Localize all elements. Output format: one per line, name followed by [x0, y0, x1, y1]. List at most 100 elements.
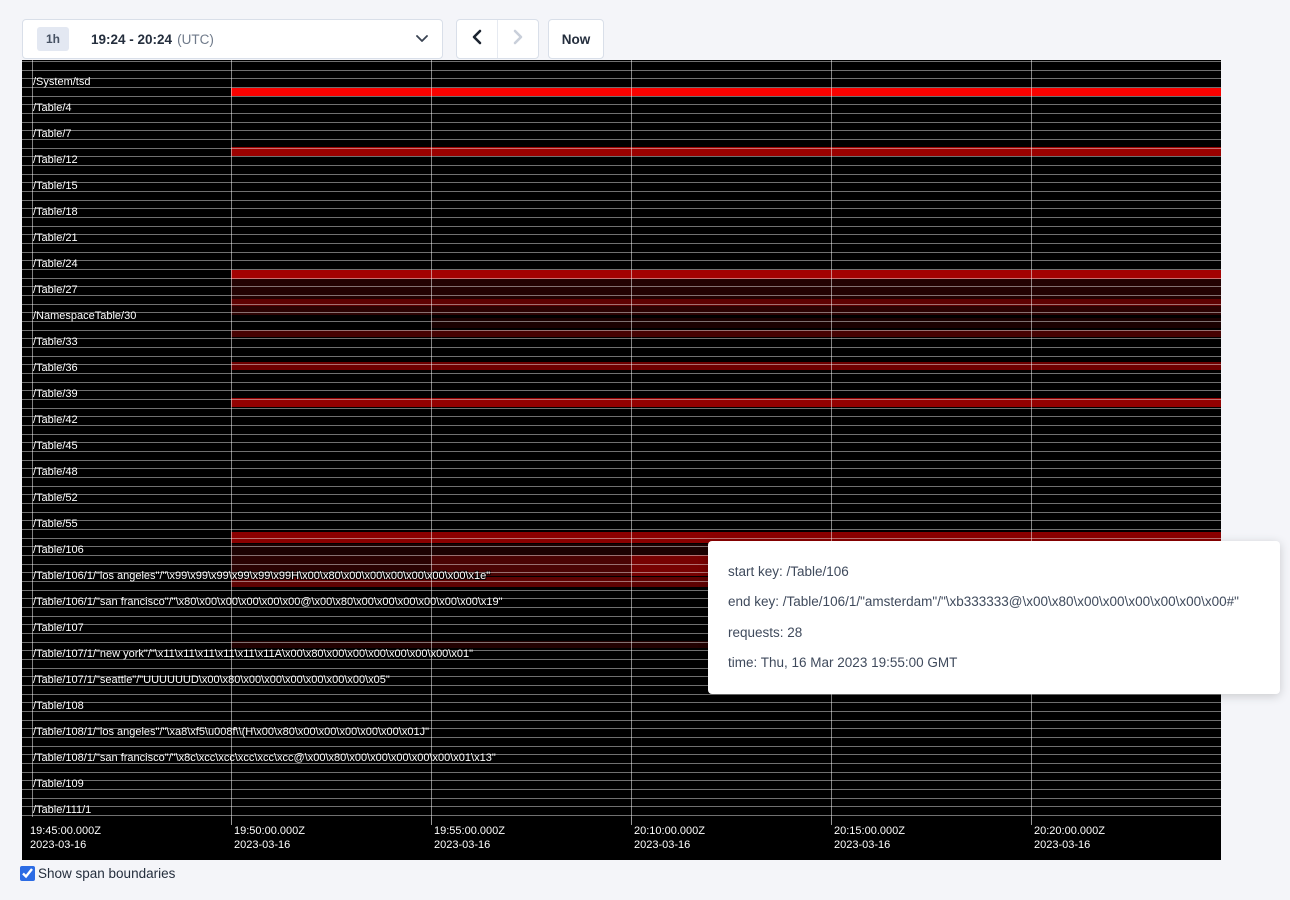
time-grid-line — [831, 60, 832, 817]
span-boundary-line — [22, 269, 1221, 270]
heatmap-band[interactable] — [231, 306, 1221, 315]
span-boundary-line — [22, 87, 1221, 88]
span-tooltip: start key: /Table/106 end key: /Table/10… — [708, 541, 1280, 694]
span-boundary-line — [22, 113, 1221, 114]
time-grid-line — [32, 60, 33, 817]
x-axis-date: 2023-03-16 — [1034, 838, 1105, 852]
span-boundary-line — [22, 156, 1221, 157]
span-boundary-line — [22, 200, 1221, 201]
span-boundary-line — [22, 174, 1221, 175]
span-boundary-line — [22, 217, 1221, 218]
x-axis-time: 19:50:00.000Z — [234, 824, 305, 838]
span-boundary-line — [22, 425, 1221, 426]
span-boundary-line — [22, 260, 1221, 261]
span-boundary-line — [22, 347, 1221, 348]
time-grid-line — [431, 60, 432, 817]
x-axis-date: 2023-03-16 — [234, 838, 305, 852]
span-boundary-line — [22, 278, 1221, 279]
span-boundary-line — [22, 61, 1221, 62]
span-boundary-line — [22, 390, 1221, 391]
span-boundary-line — [22, 520, 1221, 521]
span-boundary-line — [22, 130, 1221, 131]
span-boundary-line — [22, 763, 1221, 764]
span-boundary-line — [22, 702, 1221, 703]
span-boundary-line — [22, 139, 1221, 140]
x-axis-time: 20:10:00.000Z — [634, 824, 705, 838]
span-boundary-line — [22, 399, 1221, 400]
span-boundary-line — [22, 434, 1221, 435]
x-axis-label: 20:20:00.000Z2023-03-16 — [1034, 824, 1105, 852]
span-boundary-line — [22, 243, 1221, 244]
span-boundary-line — [22, 364, 1221, 365]
span-boundary-line — [22, 806, 1221, 807]
now-button[interactable]: Now — [548, 19, 604, 59]
heatmap-band[interactable] — [231, 279, 1221, 299]
span-boundary-line — [22, 104, 1221, 105]
span-boundary-line — [22, 330, 1221, 331]
span-boundary-line — [22, 754, 1221, 755]
span-boundary-line — [22, 460, 1221, 461]
span-boundary-line — [22, 416, 1221, 417]
time-nav-group — [456, 19, 539, 59]
span-boundary-line — [22, 356, 1221, 357]
time-grid-line — [231, 60, 232, 817]
show-span-boundaries-checkbox[interactable] — [20, 866, 35, 881]
span-boundary-line — [22, 208, 1221, 209]
heatmap-band[interactable] — [231, 299, 1221, 306]
span-boundary-line — [22, 96, 1221, 97]
span-boundary-line — [22, 234, 1221, 235]
span-boundary-line — [22, 789, 1221, 790]
axis-tick — [831, 817, 832, 825]
span-boundary-line — [22, 70, 1221, 71]
time-range-label: 19:24 - 20:24 — [91, 32, 172, 47]
time-range-dropdown[interactable]: 1h 19:24 - 20:24 (UTC) — [22, 19, 443, 59]
span-boundary-line — [22, 295, 1221, 296]
chevron-left-icon — [471, 28, 483, 51]
span-boundary-line — [22, 468, 1221, 469]
x-axis-label: 20:15:00.000Z2023-03-16 — [834, 824, 905, 852]
show-span-boundaries-label: Show span boundaries — [38, 866, 175, 881]
footer-controls: Show span boundaries — [20, 866, 175, 881]
time-range-toolbar: 1h 19:24 - 20:24 (UTC) Now — [22, 19, 604, 59]
x-axis-date: 2023-03-16 — [834, 838, 905, 852]
tooltip-end-key: end key: /Table/106/1/"amsterdam"/"\xb33… — [728, 587, 1260, 618]
span-boundary-line — [22, 494, 1221, 495]
span-boundary-line — [22, 477, 1221, 478]
axis-tick — [431, 817, 432, 825]
heatmap-band[interactable] — [431, 318, 1221, 328]
chevron-down-icon — [416, 35, 428, 43]
span-boundary-line — [22, 252, 1221, 253]
span-boundary-line — [22, 442, 1221, 443]
axis-tick — [1031, 817, 1032, 825]
tooltip-start-key: start key: /Table/106 — [728, 556, 1260, 587]
x-axis-time: 19:45:00.000Z — [30, 824, 101, 838]
x-axis-date: 2023-03-16 — [30, 838, 101, 852]
time-grid-line — [631, 60, 632, 817]
span-boundary-line — [22, 451, 1221, 452]
span-boundary-line — [22, 122, 1221, 123]
x-axis-time: 20:20:00.000Z — [1034, 824, 1105, 838]
span-boundary-line — [22, 148, 1221, 149]
span-boundary-line — [22, 728, 1221, 729]
x-axis-label: 19:50:00.000Z2023-03-16 — [234, 824, 305, 852]
previous-interval-button[interactable] — [457, 20, 497, 58]
heatmap-band[interactable] — [231, 362, 1221, 370]
span-boundary-line — [22, 321, 1221, 322]
span-boundary-line — [22, 538, 1221, 539]
span-boundary-line — [22, 529, 1221, 530]
span-boundary-line — [22, 737, 1221, 738]
x-axis-time: 19:55:00.000Z — [434, 824, 505, 838]
span-boundary-line — [22, 711, 1221, 712]
next-interval-button[interactable] — [497, 20, 538, 58]
span-boundary-line — [22, 503, 1221, 504]
span-boundary-line — [22, 338, 1221, 339]
tooltip-time: time: Thu, 16 Mar 2023 19:55:00 GMT — [728, 648, 1260, 679]
span-boundary-line — [22, 304, 1221, 305]
heatmap-band[interactable] — [231, 330, 1221, 337]
span-boundary-line — [22, 408, 1221, 409]
key-visualizer-canvas[interactable]: /System/tsd/Table/4/Table/7/Table/12/Tab… — [22, 60, 1221, 860]
span-boundary-line — [22, 286, 1221, 287]
span-boundary-line — [22, 182, 1221, 183]
span-boundary-line — [22, 373, 1221, 374]
x-axis-label: 20:10:00.000Z2023-03-16 — [634, 824, 705, 852]
